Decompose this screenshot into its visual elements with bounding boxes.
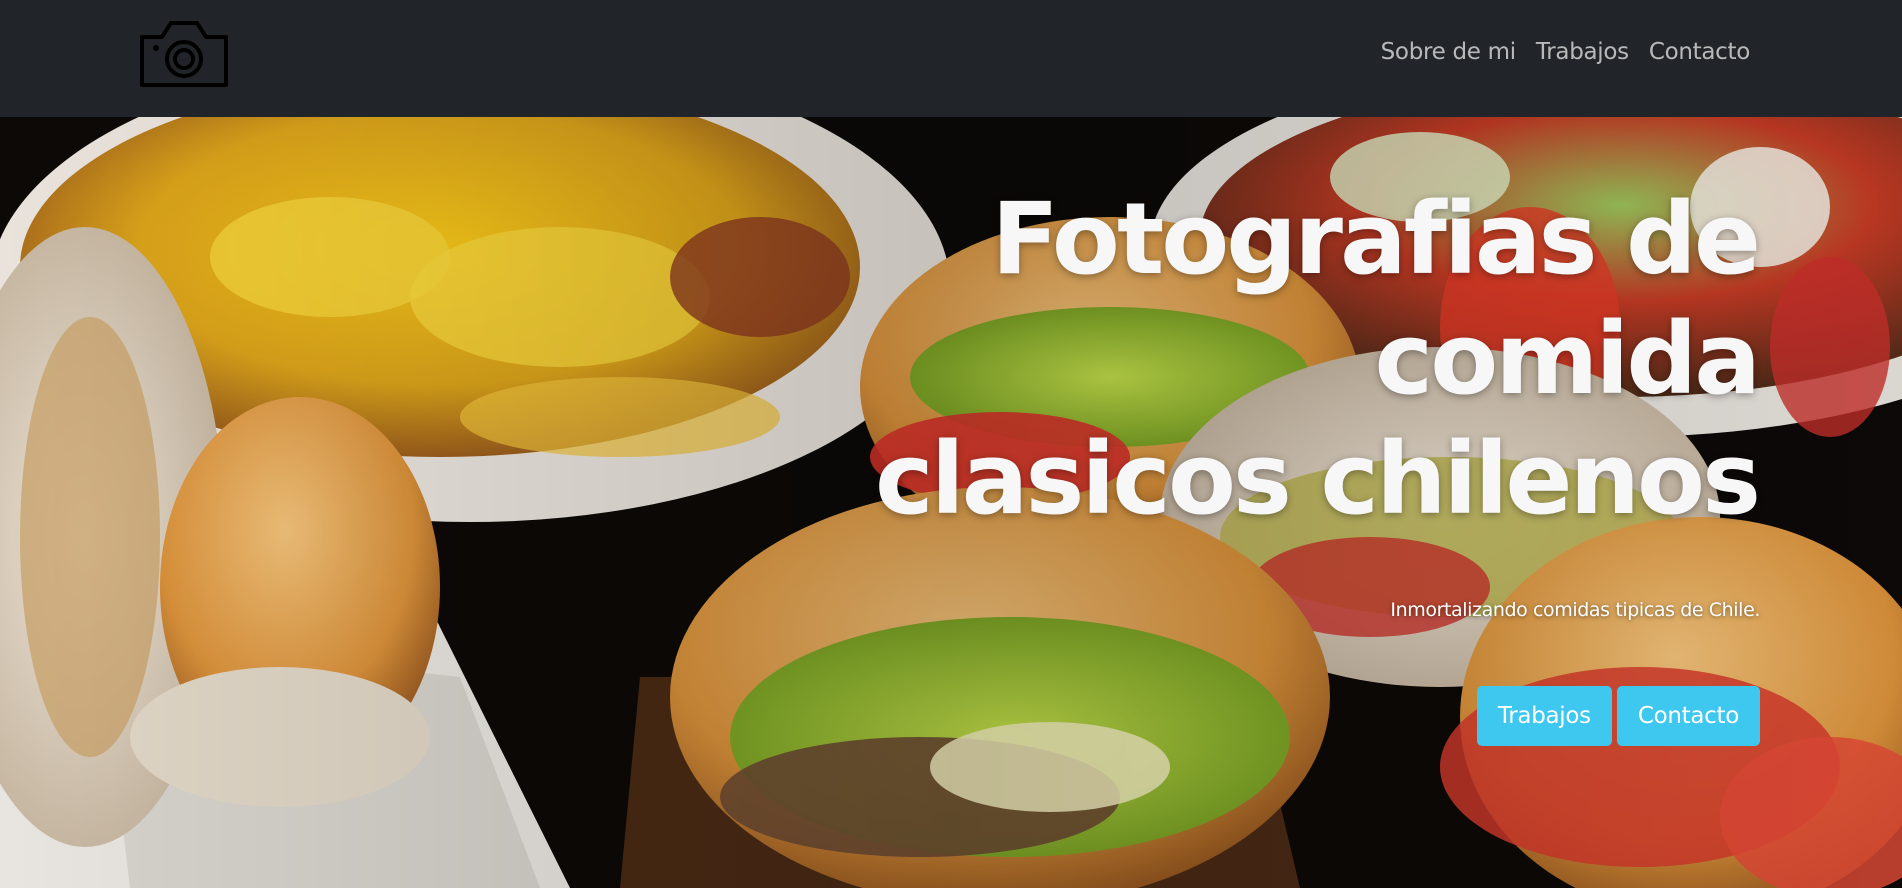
nav-links: Sobre de mi Trabajos Contacto [1381, 39, 1751, 65]
nav-link-trabajos[interactable]: Trabajos [1536, 39, 1629, 65]
hero-title-line-3: clasicos chilenos [875, 422, 1761, 537]
nav-link-sobre-de-mi[interactable]: Sobre de mi [1381, 39, 1517, 65]
contacto-button[interactable]: Contacto [1616, 686, 1760, 746]
hero-title-line-1: Fotografias de [991, 182, 1761, 297]
hero-subtitle: Inmortalizando comidas tipicas de Chile. [1390, 599, 1760, 621]
hero-section: Fotografias de comida clasicos chilenos … [0, 117, 1902, 888]
hero-title: Fotografias de comida clasicos chilenos [858, 180, 1761, 540]
camera-icon[interactable] [139, 19, 229, 89]
hero-title-line-2: comida [1374, 302, 1761, 417]
nav-link-contacto[interactable]: Contacto [1649, 39, 1750, 65]
navbar: Sobre de mi Trabajos Contacto [0, 0, 1902, 117]
hero-buttons: Trabajos Contacto [1476, 686, 1760, 746]
trabajos-button[interactable]: Trabajos [1476, 686, 1612, 746]
